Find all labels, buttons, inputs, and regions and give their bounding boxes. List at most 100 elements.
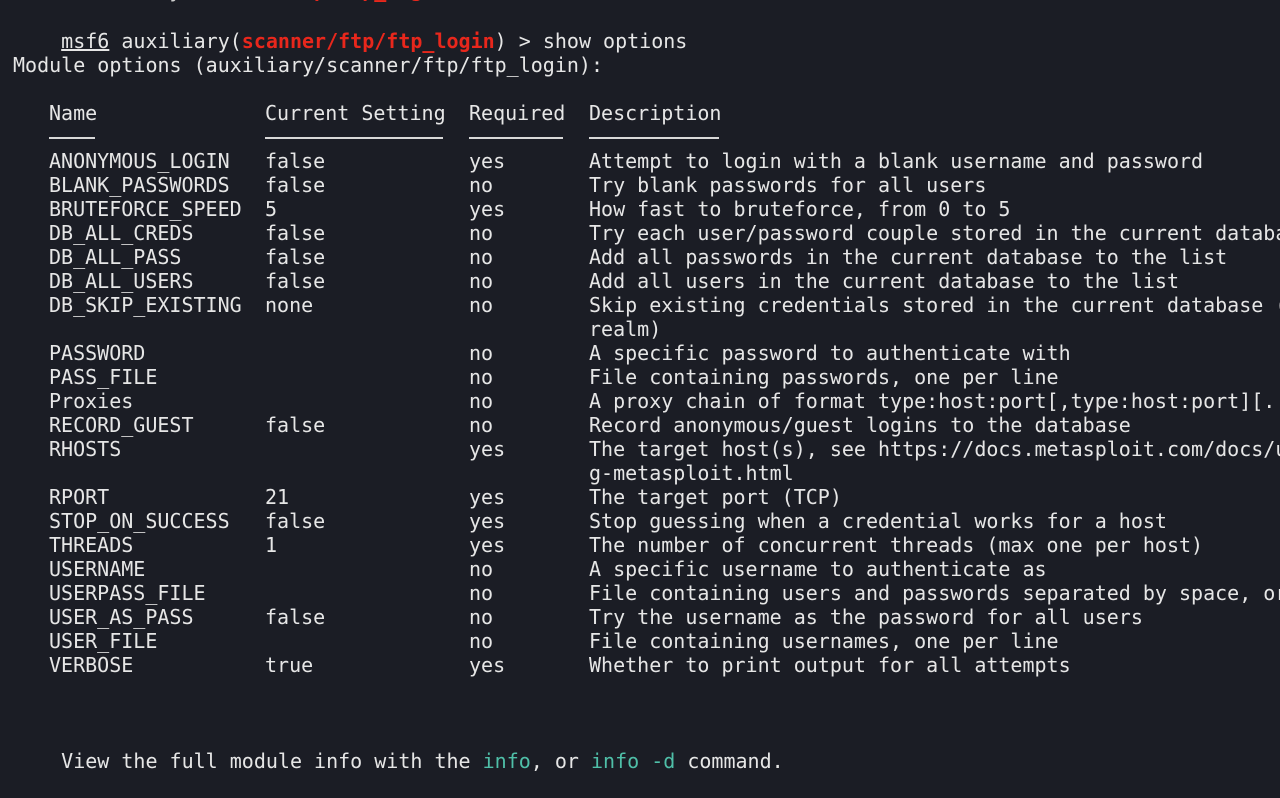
option-name: RHOSTS <box>49 437 122 461</box>
option-required: no <box>469 293 494 317</box>
option-description: A specific password to authenticate with <box>589 341 1071 365</box>
header-underline-description <box>589 137 719 139</box>
option-name: BRUTEFORCE_SPEED <box>49 197 242 221</box>
table-row: DB_ALL_CREDS false no Try each user/passwor… <box>0 221 1280 245</box>
option-required: no <box>469 221 494 245</box>
column-header-description: Description <box>589 101 722 125</box>
option-description: A specific username to authenticate as <box>589 557 1047 581</box>
option-description: Skip existing credentials stored in the … <box>589 293 1280 317</box>
option-required: yes <box>469 485 506 509</box>
option-required: yes <box>469 149 506 173</box>
option-description: Whether to print output for all attempts <box>589 653 1071 677</box>
option-description: Try each user/password couple stored in … <box>589 221 1280 245</box>
option-name: PASS_FILE <box>49 365 158 389</box>
option-name: RECORD_GUEST <box>49 413 194 437</box>
option-name: USERPASS_FILE <box>49 581 206 605</box>
module-path: scanner/ftp/ftp_login <box>241 29 495 53</box>
info-d-command: info -d <box>591 749 676 773</box>
table-row: USERNAME no A specific username to authent… <box>0 557 1280 581</box>
column-header-required: Required <box>469 101 566 125</box>
option-description-continued: realm) <box>589 317 662 341</box>
option-required: no <box>469 365 494 389</box>
option-current-setting: false <box>265 605 326 629</box>
option-name: DB_ALL_USERS <box>49 269 194 293</box>
table-row: USER_AS_PASS false no Try the username as t… <box>0 605 1280 629</box>
option-required: yes <box>469 533 506 557</box>
option-current-setting: false <box>265 221 326 245</box>
option-description: Try blank passwords for all users <box>589 173 987 197</box>
option-name: VERBOSE <box>49 653 134 677</box>
option-required: no <box>469 341 494 365</box>
option-name: THREADS <box>49 533 134 557</box>
table-row: THREADS 1 yes The number of concurrent thre… <box>0 533 1280 557</box>
option-required: no <box>469 245 494 269</box>
option-required: no <box>469 389 494 413</box>
table-row: Proxies no A proxy chain of format type:ho… <box>0 389 1280 413</box>
option-name: PASSWORD <box>49 341 146 365</box>
column-header-name: Name <box>49 101 98 125</box>
option-current-setting: false <box>265 413 326 437</box>
table-row: BRUTEFORCE_SPEED 5 yes How fast to brutefor… <box>0 197 1280 221</box>
option-description: How fast to bruteforce, from 0 to 5 <box>589 197 1011 221</box>
option-current-setting: 5 <box>265 197 278 221</box>
option-description: Add all passwords in the current databas… <box>589 245 1228 269</box>
table-row: ANONYMOUS_LOGIN false yes Attempt to login … <box>0 149 1280 173</box>
option-name: USER_AS_PASS <box>49 605 194 629</box>
table-row: VERBOSE true yes Whether to print output fo… <box>0 653 1280 677</box>
typed-command: show options <box>542 29 688 53</box>
table-row: BLANK_PASSWORDS false no Try blank password… <box>0 173 1280 197</box>
option-name: BLANK_PASSWORDS <box>49 173 230 197</box>
header-underline-name <box>49 137 95 139</box>
option-required: no <box>469 269 494 293</box>
option-required: no <box>469 173 494 197</box>
option-description: File containing usernames, one per line <box>589 629 1059 653</box>
option-name: DB_ALL_PASS <box>49 245 182 269</box>
option-current-setting: false <box>265 269 326 293</box>
option-name: Proxies <box>49 389 134 413</box>
column-header-current-setting: Current Setting <box>265 101 446 125</box>
option-required: no <box>469 413 494 437</box>
option-description: Record anonymous/guest logins to the dat… <box>589 413 1131 437</box>
option-current-setting: false <box>265 149 326 173</box>
option-description: Try the username as the password for all… <box>589 605 1143 629</box>
option-description: File containing passwords, one per line <box>589 365 1059 389</box>
option-current-setting: false <box>265 245 326 269</box>
option-name: USER_FILE <box>49 629 158 653</box>
table-row: PASSWORD no A specific password to authent… <box>0 341 1280 365</box>
option-name: DB_SKIP_EXISTING <box>49 293 242 317</box>
option-current-setting: 21 <box>265 485 290 509</box>
terminal-window[interactable]: msf6 auxiliary(scanner/ftp/ftp_login) > … <box>0 0 1280 798</box>
option-description: The target port (TCP) <box>589 485 842 509</box>
option-description: A proxy chain of format type:host:port[,… <box>589 389 1280 413</box>
table-row: USERPASS_FILE no File containing users and… <box>0 581 1280 605</box>
option-required: yes <box>469 437 506 461</box>
option-required: no <box>469 605 494 629</box>
table-row: PASS_FILE no File containing passwords, on… <box>0 365 1280 389</box>
option-name: ANONYMOUS_LOGIN <box>49 149 230 173</box>
option-name: RPORT <box>49 485 110 509</box>
msf-prompt-label: msf6 <box>61 29 110 53</box>
option-current-setting: false <box>265 173 326 197</box>
table-row: RHOSTS yes The target host(s), see https:/… <box>0 437 1280 461</box>
option-current-setting: false <box>265 509 326 533</box>
option-description: The number of concurrent threads (max on… <box>589 533 1204 557</box>
option-description: Add all users in the current database to… <box>589 269 1180 293</box>
option-name: USERNAME <box>49 557 146 581</box>
command-line-show-options: msf6 auxiliary(scanner/ftp/ftp_login) > … <box>61 29 688 53</box>
table-row: DB_SKIP_EXISTING none no Skip existing cred… <box>0 293 1280 317</box>
active-prompt[interactable]: msf6 auxiliary(scanner/ftp/ftp_login) > <box>13 773 554 798</box>
option-required: no <box>469 557 494 581</box>
module-info-hint: View the full module info with the info,… <box>61 749 784 773</box>
scrolled-off-line: msf6 auxiliary(scanner/ftp/ftp_login) > <box>13 0 533 2</box>
option-required: yes <box>469 197 506 221</box>
option-name: DB_ALL_CREDS <box>49 221 194 245</box>
info-command: info <box>482 749 531 773</box>
header-underline-required <box>469 137 563 139</box>
option-name: STOP_ON_SUCCESS <box>49 509 230 533</box>
option-current-setting: true <box>265 653 314 677</box>
option-required: no <box>469 581 494 605</box>
table-row: STOP_ON_SUCCESS false yes Stop guessing whe… <box>0 509 1280 533</box>
module-options-heading: Module options (auxiliary/scanner/ftp/ft… <box>13 53 604 77</box>
table-row: DB_ALL_PASS false no Add all passwords in t… <box>0 245 1280 269</box>
option-current-setting: none <box>265 293 314 317</box>
